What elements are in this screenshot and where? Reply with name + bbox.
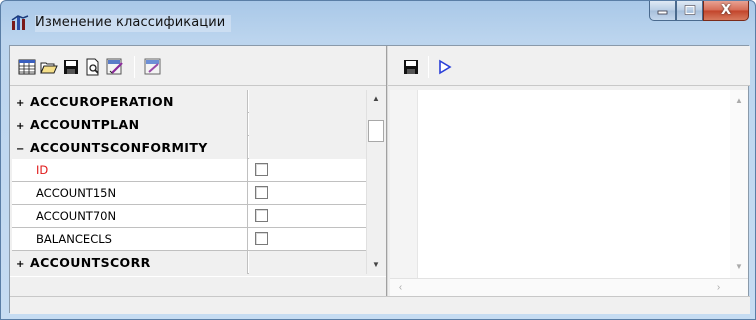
open-folder-icon[interactable] <box>40 58 58 76</box>
collapse-icon[interactable]: − <box>16 138 28 159</box>
row-label: ACCOUNT70N <box>36 209 117 223</box>
field-name-cell: ID <box>12 159 248 182</box>
scroll-thumb[interactable] <box>368 120 384 142</box>
value-cell <box>249 251 366 274</box>
field-name-cell: BALANCECLS <box>12 228 248 251</box>
include-checkbox[interactable] <box>255 232 268 245</box>
field-name-cell: ACCOUNT70N <box>12 205 248 228</box>
row-label: ACCOUNT15N <box>36 186 117 200</box>
tree-group-row[interactable]: + ACCOUNTPLAN <box>12 113 366 136</box>
table-name-cell: − ACCOUNTSCONFORMITY <box>12 136 248 159</box>
window-title: Изменение классификации <box>35 15 232 32</box>
field-name-cell: ACCOUNT15N <box>12 182 248 205</box>
sql-editor-pane[interactable]: ▲ ▼ <box>390 90 748 278</box>
grid-icon[interactable] <box>18 58 36 76</box>
scroll-up-arrow-icon[interactable]: ▲ <box>730 92 748 109</box>
table-name-cell: + ACCOUNTPLAN <box>12 113 248 136</box>
minimize-button[interactable] <box>649 1 676 21</box>
tree-group-row[interactable]: + ACCCUROPERATION <box>12 90 366 113</box>
value-cell <box>249 182 366 205</box>
app-chart-icon <box>11 15 29 31</box>
caption-buttons: X <box>649 1 749 23</box>
minimize-icon <box>657 4 669 18</box>
tree-group-row[interactable]: − ACCOUNTSCONFORMITY <box>12 136 366 159</box>
pane-splitter[interactable] <box>386 46 388 314</box>
status-bar <box>10 296 750 314</box>
expand-icon[interactable]: + <box>16 92 28 113</box>
tree-vertical-scrollbar[interactable]: ▲ ▼ <box>366 90 384 274</box>
value-cell <box>249 136 366 159</box>
row-label: ACCCUROPERATION <box>30 94 174 109</box>
close-button[interactable]: X <box>703 1 749 21</box>
tree-field-row[interactable]: BALANCECLS <box>12 228 366 251</box>
row-label: ACCOUNTPLAN <box>30 117 140 132</box>
editor-gutter <box>390 90 418 278</box>
row-label: ID <box>36 163 49 177</box>
save-icon[interactable] <box>402 58 420 76</box>
row-label: ACCOUNTSCORR <box>30 255 151 270</box>
row-label: ACCOUNTSCONFORMITY <box>30 140 208 155</box>
right-toolbar <box>388 46 750 86</box>
expand-icon[interactable]: + <box>16 253 28 274</box>
left-toolbar <box>10 46 386 86</box>
scroll-down-arrow-icon[interactable]: ▼ <box>730 258 748 275</box>
scroll-up-arrow-icon[interactable]: ▲ <box>367 90 385 107</box>
title-bar[interactable]: Изменение классификации X <box>1 1 755 43</box>
tree-group-row[interactable]: + ACCOUNTSCORR <box>12 251 366 274</box>
sql-icon[interactable] <box>144 58 162 76</box>
table-name-cell: + ACCCUROPERATION <box>12 90 248 113</box>
scroll-down-arrow-icon[interactable]: ▼ <box>367 256 385 273</box>
value-cell <box>249 90 366 113</box>
include-checkbox[interactable] <box>255 209 268 222</box>
toolbar-separator <box>428 56 429 78</box>
include-checkbox[interactable] <box>255 163 268 176</box>
scroll-right-arrow-icon[interactable]: › <box>710 279 727 296</box>
classification-tree-grid: + ACCCUROPERATION + ACCOUNTPLAN − ACCOUNTSCON… <box>12 90 366 274</box>
value-cell <box>249 159 366 182</box>
maximize-icon <box>684 4 696 18</box>
close-icon: X <box>720 3 732 18</box>
row-label: BALANCECLS <box>36 232 112 246</box>
client-area: + ACCCUROPERATION + ACCOUNTPLAN − ACCOUNTSCON… <box>9 45 750 314</box>
tree-field-row[interactable]: ID <box>12 159 366 182</box>
value-cell <box>249 113 366 136</box>
value-cell <box>249 228 366 251</box>
save-icon[interactable] <box>62 58 80 76</box>
classification-edit-window: Изменение классификации X + ACCCUROPERAT… <box>0 0 756 320</box>
sql-edit-icon[interactable] <box>106 58 124 76</box>
editor-vertical-scrollbar[interactable]: ▲ ▼ <box>730 90 748 278</box>
include-checkbox[interactable] <box>255 186 268 199</box>
tree-field-row[interactable]: ACCOUNT15N <box>12 182 366 205</box>
expand-icon[interactable]: + <box>16 115 28 136</box>
maximize-button[interactable] <box>676 1 703 21</box>
left-pane-footer <box>10 276 386 296</box>
tree-field-row[interactable]: ACCOUNT70N <box>12 205 366 228</box>
table-name-cell: + ACCOUNTSCORR <box>12 251 248 274</box>
editor-horizontal-scrollbar[interactable]: ‹ › <box>390 278 748 296</box>
run-icon[interactable] <box>436 58 454 76</box>
preview-icon[interactable] <box>84 58 102 76</box>
value-cell <box>249 205 366 228</box>
toolbar-separator <box>134 56 135 78</box>
scroll-left-arrow-icon[interactable]: ‹ <box>392 279 409 296</box>
